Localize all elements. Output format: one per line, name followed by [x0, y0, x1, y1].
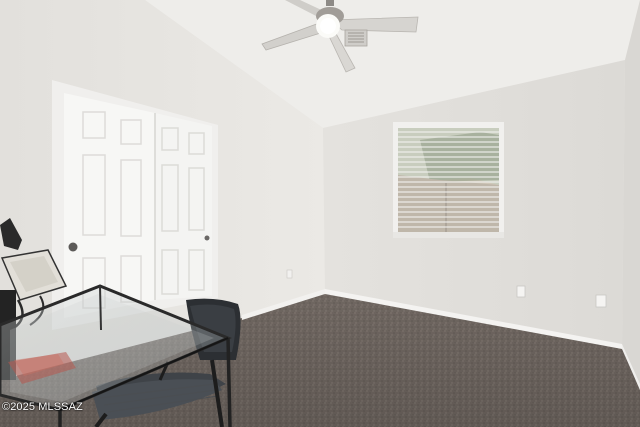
wall-outlet — [516, 285, 526, 298]
wall-outlet — [286, 269, 293, 279]
door-knob — [68, 242, 78, 252]
room-illustration — [0, 0, 640, 427]
window-with-blinds — [393, 122, 504, 238]
wall-outlet — [595, 294, 607, 308]
photo-watermark: ©2025 MLSSAZ — [2, 401, 83, 413]
room-photo: ©2025 MLSSAZ — [0, 0, 640, 427]
